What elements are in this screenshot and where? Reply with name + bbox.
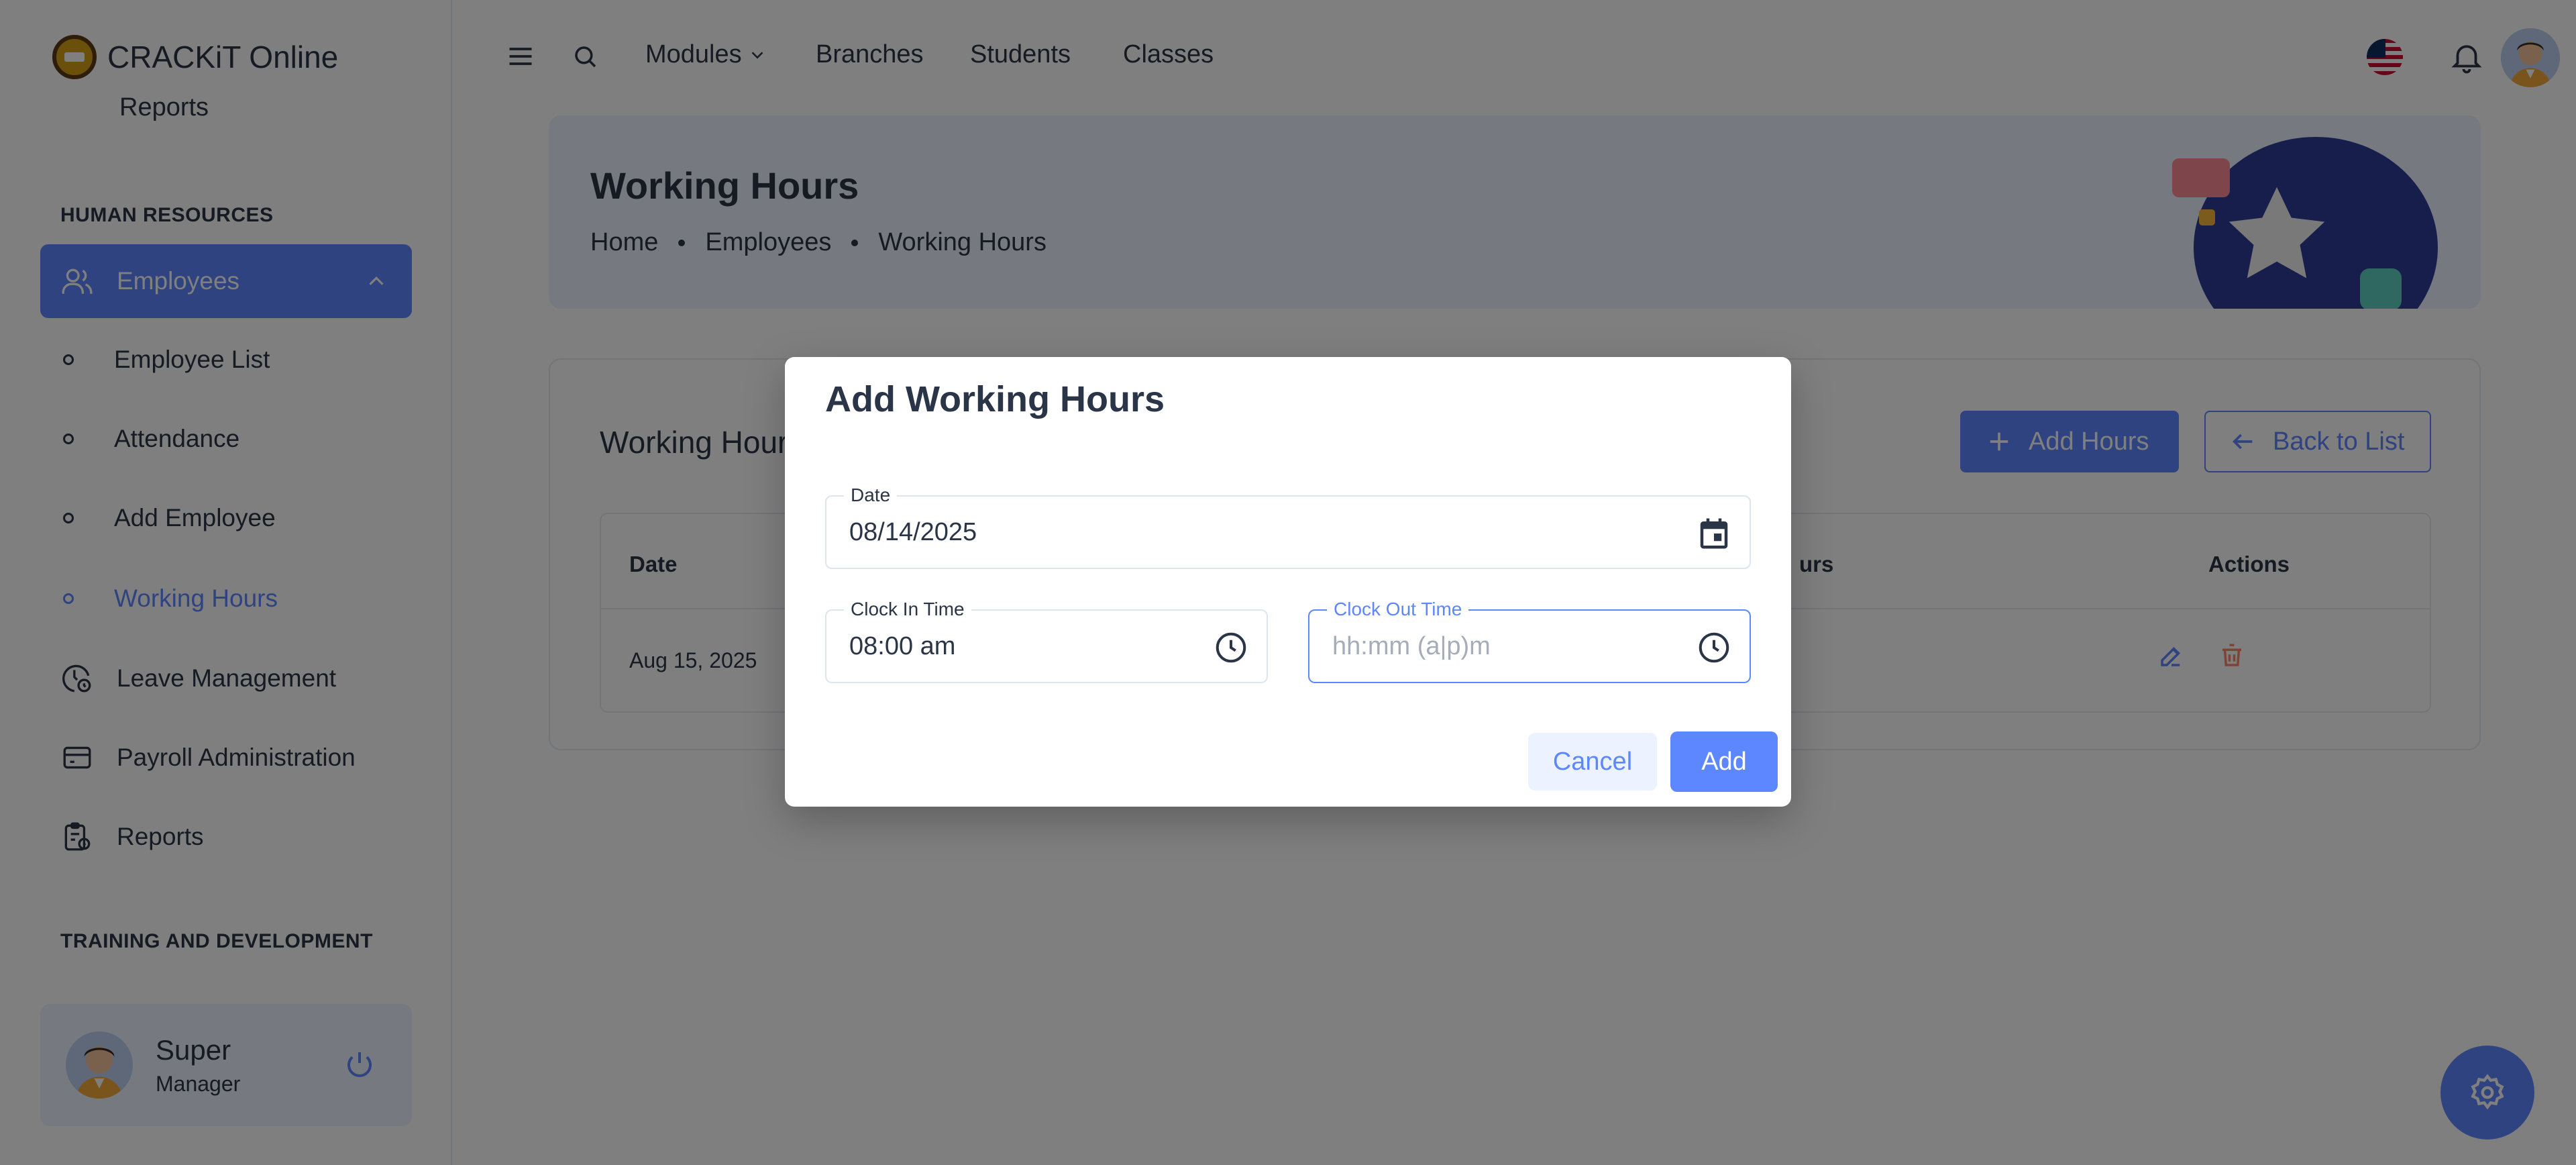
clock-icon[interactable] — [1213, 629, 1249, 666]
cancel-button[interactable]: Cancel — [1528, 733, 1657, 791]
clock-out-field[interactable]: Clock Out Time hh:mm (a|p)m — [1308, 599, 1751, 683]
dialog-title: Add Working Hours — [825, 379, 1165, 419]
date-field-value: 08/14/2025 — [849, 518, 977, 546]
clock-in-field[interactable]: Clock In Time 08:00 am — [825, 599, 1268, 683]
clock-in-label: Clock In Time — [844, 599, 971, 620]
clock-icon[interactable] — [1696, 629, 1732, 666]
date-field[interactable]: Date 08/14/2025 — [825, 485, 1751, 569]
date-field-label: Date — [844, 485, 898, 506]
clock-out-label: Clock Out Time — [1327, 599, 1469, 620]
clock-out-placeholder: hh:mm (a|p)m — [1332, 632, 1491, 660]
add-button[interactable]: Add — [1670, 731, 1778, 792]
clock-in-value: 08:00 am — [849, 632, 956, 660]
add-working-hours-dialog: Add Working Hours Date 08/14/2025 Clock … — [785, 357, 1791, 807]
calendar-icon[interactable] — [1696, 515, 1732, 552]
